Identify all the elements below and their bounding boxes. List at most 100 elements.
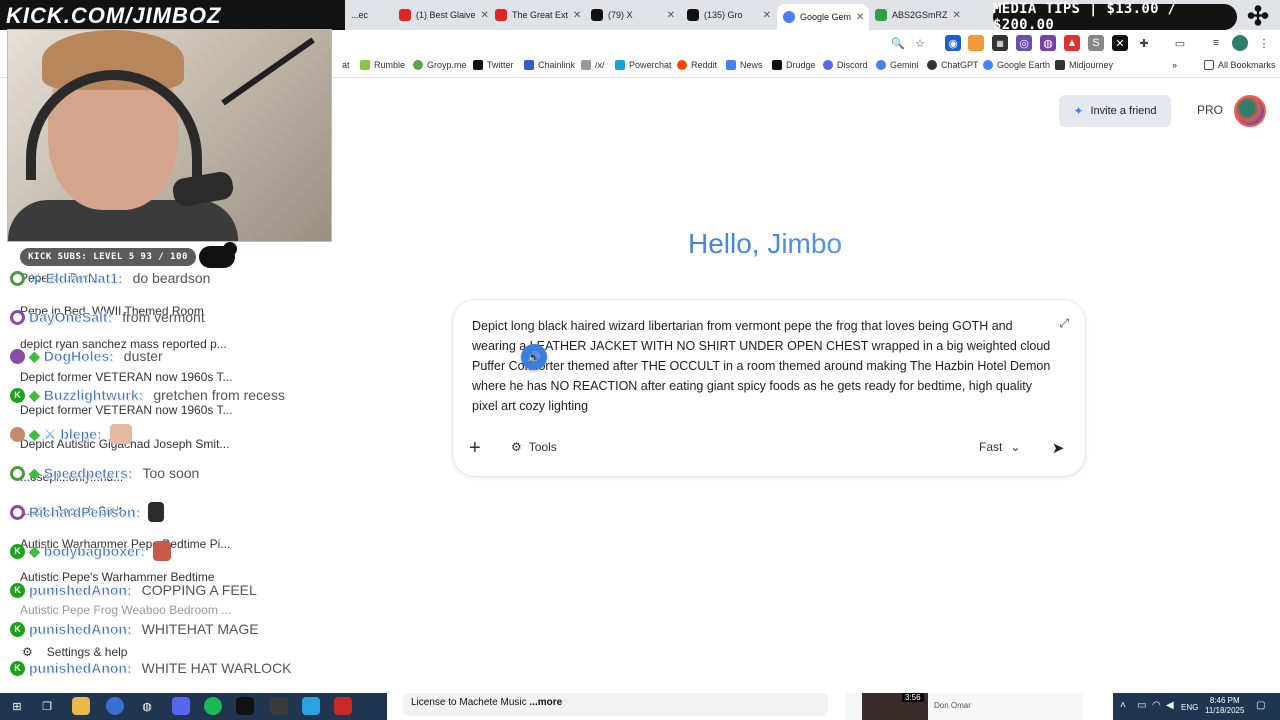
chat-message: K punishedAnon: WHITEHAT MAGE xyxy=(10,619,259,639)
puzzle-icon[interactable]: ✚ xyxy=(1136,35,1152,51)
chat-message: K ◆ Buzzlightwurk: gretchen from recess xyxy=(10,385,285,405)
close-icon[interactable]: ✕ xyxy=(667,10,675,21)
browser-tab[interactable]: The Great Ext ✕ xyxy=(489,4,585,26)
bookmark-midjourney[interactable]: Midjourney xyxy=(1055,60,1113,70)
bookmark-drudge[interactable]: Drudge xyxy=(772,60,816,70)
network-icon[interactable]: ▭ xyxy=(1137,700,1146,711)
windows-start-icon[interactable]: ⊞ xyxy=(8,697,26,715)
pro-badge[interactable]: PRO xyxy=(1197,103,1223,117)
emote-icon xyxy=(148,502,165,522)
bookmark-twitter[interactable]: Twitter xyxy=(473,60,514,70)
discord-icon[interactable] xyxy=(172,697,190,715)
chevron-up-icon[interactable]: ˄ xyxy=(1120,700,1126,711)
app-icon[interactable] xyxy=(270,697,288,715)
subscriber-badge-icon xyxy=(10,504,25,520)
avatar[interactable] xyxy=(1234,95,1266,127)
notification-icon[interactable]: ▢ xyxy=(1256,700,1265,711)
all-bookmarks[interactable]: All Bookmarks xyxy=(1204,60,1276,70)
chat-message: DayOneSalt: from vermont xyxy=(10,307,205,327)
close-icon[interactable]: ✕ xyxy=(953,10,961,21)
extension-icon[interactable]: ▦ xyxy=(992,35,1008,51)
bookmark-chainlink[interactable]: Chainlink xyxy=(524,60,575,70)
bookmark-google-earth[interactable]: Google Earth xyxy=(983,60,1050,70)
tools-button[interactable]: ⚙ Tools xyxy=(511,440,557,454)
mode-selector[interactable]: Fast ⌄ xyxy=(979,440,1020,454)
wifi-icon[interactable]: ◠ xyxy=(1152,700,1161,711)
prompt-input[interactable]: Depict long black haired wizard libertar… xyxy=(472,316,1057,416)
browser-tab[interactable]: ABS2GSmRZ ✕ xyxy=(869,4,965,26)
send-button[interactable]: ➤ xyxy=(1046,436,1070,460)
bookmark-news[interactable]: News xyxy=(726,60,763,70)
chat-text: duster xyxy=(123,348,163,364)
bookmark-label: Chainlink xyxy=(538,60,576,70)
close-icon[interactable]: ✕ xyxy=(481,10,489,21)
midjourney-icon xyxy=(1055,60,1065,70)
history-item[interactable]: Depict former VETERAN now 1960s T... xyxy=(20,403,233,417)
telegram-icon[interactable] xyxy=(302,697,320,715)
chat-text: COPPING A FEEL xyxy=(141,582,257,598)
more-link[interactable]: ...more xyxy=(529,697,562,708)
bookmark-item[interactable]: at xyxy=(342,60,350,70)
gem-icon: ◆ xyxy=(29,542,40,559)
video-description[interactable]: License to Machete Music ...more xyxy=(403,693,828,716)
extension-icon[interactable]: ◎ xyxy=(1016,35,1032,51)
chat-message: ◆ ⚔ blepe: xyxy=(10,424,132,444)
x-icon[interactable]: ✕ xyxy=(1112,35,1128,51)
cloud-logo-icon xyxy=(199,242,237,268)
browser-tab-active[interactable]: Google Gem ✕ xyxy=(777,4,869,30)
file-explorer-icon[interactable] xyxy=(72,697,90,715)
history-item[interactable]: Depict former VETERAN now 1960s T... xyxy=(20,370,233,384)
extension-icon[interactable]: ▲ xyxy=(1064,35,1080,51)
metamask-icon[interactable] xyxy=(968,35,984,51)
add-button[interactable]: + xyxy=(469,438,481,458)
chat-message: K ◆ bodybagboxer: xyxy=(10,541,171,561)
volume-icon[interactable]: ◀ xyxy=(1166,700,1174,711)
bookmark-rumble[interactable]: Rumble xyxy=(360,60,405,70)
tab-search-icon[interactable]: ≡ xyxy=(1208,35,1224,51)
profile-icon[interactable] xyxy=(1232,35,1248,51)
clock-time: 8:46 PM xyxy=(1209,696,1240,705)
browser-tab[interactable]: (135) Gro ✕ xyxy=(681,4,777,26)
history-item[interactable]: Autistic Pepe Frog Weaboo Bedroom ... xyxy=(20,603,231,617)
app-icon[interactable] xyxy=(334,697,352,715)
extension-icon[interactable]: ◍ xyxy=(1040,35,1056,51)
bookmarks-overflow[interactable]: » xyxy=(1172,60,1177,70)
browser-tab[interactable]: (79) X ✕ xyxy=(585,4,681,26)
tab-title: (135) Gro xyxy=(704,10,743,20)
chat-text: from vermont xyxy=(122,309,205,325)
bookmark-gemini[interactable]: Gemini xyxy=(876,60,919,70)
bookmark-x[interactable]: /x/ xyxy=(581,60,605,70)
tab-title: (79) X xyxy=(608,10,633,20)
task-view-icon[interactable]: ❐ xyxy=(38,697,56,715)
close-icon[interactable]: ✕ xyxy=(856,12,864,23)
invite-friend-button[interactable]: ✦ Invite a friend xyxy=(1059,95,1171,127)
menu-icon[interactable]: ⋮ xyxy=(1256,35,1272,51)
bookmark-groyp[interactable]: Groyp.me xyxy=(413,60,467,70)
clock[interactable]: 8:46 PM 11/18/2025 xyxy=(1205,696,1244,716)
close-icon[interactable]: ✕ xyxy=(763,10,771,21)
bookmark-powerchat[interactable]: Powerchat xyxy=(615,60,672,70)
language-indicator[interactable]: ENG xyxy=(1181,703,1198,712)
bookmark-reddit[interactable]: Reddit xyxy=(677,60,717,70)
settings-help-item[interactable]: ⚙ Settings & help xyxy=(22,645,127,659)
extension-icon[interactable]: ◉ xyxy=(945,35,961,51)
steam-icon[interactable]: ◍ xyxy=(138,697,156,715)
chainlink-icon xyxy=(524,60,534,70)
spotify-icon[interactable] xyxy=(204,697,222,715)
bookmark-label: News xyxy=(740,60,763,70)
cast-icon[interactable]: ▭ xyxy=(1172,35,1188,51)
zoom-icon[interactable]: 🔍 xyxy=(890,35,906,51)
star-icon[interactable]: ☆ xyxy=(912,35,928,51)
news-icon xyxy=(726,60,736,70)
obs-icon[interactable] xyxy=(236,697,254,715)
bookmark-chatgpt[interactable]: ChatGPT xyxy=(927,60,979,70)
chrome-icon[interactable] xyxy=(106,697,124,715)
extension-icon[interactable]: S xyxy=(1088,35,1104,51)
rumble-icon xyxy=(360,60,370,70)
browser-tab[interactable]: ...ec xyxy=(345,4,393,26)
expand-icon[interactable]: ⤢ xyxy=(1059,316,1069,331)
speaker-icon[interactable]: 🔊 xyxy=(521,344,547,370)
close-icon[interactable]: ✕ xyxy=(573,10,581,21)
bookmark-discord[interactable]: Discord xyxy=(823,60,868,70)
browser-tab[interactable]: (1) Best Glaive ✕ xyxy=(393,4,489,26)
